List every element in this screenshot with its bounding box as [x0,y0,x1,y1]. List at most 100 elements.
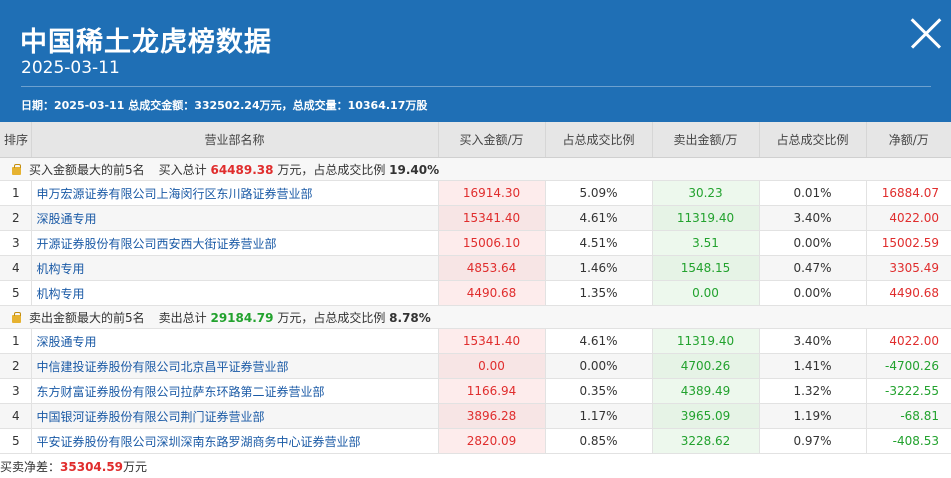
rank-cell: 1 [0,328,32,354]
table-row: 3 东方财富证券股份有限公司拉萨东环路第二证券营业部 1166.94 0.35% 438… [0,378,951,404]
branch-link[interactable]: 申万宏源证券有限公司上海闵行区东川路证券营业部 [31,180,439,206]
summary-line: 日期：2025-03-11 总成交金额：332502.24万元，总成交量：103… [21,86,931,117]
section-label: 卖出金额最大的前5名 [29,310,145,325]
sell-ratio-cell: 3.40% [759,205,867,231]
net-amount-cell: -408.53 [866,428,951,454]
branch-link[interactable]: 机构专用 [31,255,439,281]
net-difference-unit: 万元 [123,460,148,474]
sell-ratio-cell: 1.32% [759,378,867,404]
rank-cell: 5 [0,280,32,306]
rank-cell: 5 [0,428,32,454]
rank-cell: 3 [0,378,32,404]
sell-ratio-cell: 1.19% [759,403,867,429]
sell-ratio-cell: 0.01% [759,180,867,206]
sell-amount-cell: 3228.62 [652,428,760,454]
section-label: 买入金额最大的前5名 [29,162,145,177]
col-sell-amount: 卖出金额/万 [652,122,760,158]
section-total-value: 29184.79 [210,310,274,325]
buy-ratio-cell: 4.61% [545,205,653,231]
buy-ratio-cell: 4.51% [545,230,653,256]
sell-amount-cell: 4389.49 [652,378,760,404]
net-amount-cell: -68.81 [866,403,951,429]
sell-amount-cell: 3965.09 [652,403,760,429]
section-total-value: 64489.38 [210,162,274,177]
section-unit-text: 万元，占总成交比例 [277,162,386,177]
sell-amount-cell: 11319.40 [652,328,760,354]
net-difference-value: 35304.59 [60,460,124,474]
net-amount-cell: 3305.49 [866,255,951,281]
sell-amount-cell: 30.23 [652,180,760,206]
rank-cell: 2 [0,353,32,379]
table-row: 5 平安证券股份有限公司深圳深南东路罗湖商务中心证券营业部 2820.09 0.85%… [0,428,951,454]
table-header-row: 排序 营业部名称 买入金额/万 占总成交比例 卖出金额/万 占总成交比例 净额/… [0,122,951,158]
page-title: 中国稀土龙虎榜数据 [20,27,272,58]
col-net: 净额/万 [866,122,951,158]
section-summary-cell: 买入金额最大的前5名 买入总计 64489.38 万元，占总成交比例 19.40% [0,157,951,181]
net-amount-cell: 4490.68 [866,280,951,306]
branch-link[interactable]: 深股通专用 [31,328,439,354]
sell-amount-cell: 1548.15 [652,255,760,281]
section-total-label: 卖出总计 [158,310,207,325]
rankings-table: 排序 营业部名称 买入金额/万 占总成交比例 卖出金额/万 占总成交比例 净额/… [0,122,951,454]
net-amount-cell: 4022.00 [866,205,951,231]
buy-amount-cell: 4853.64 [438,255,546,281]
table-row: 4 中国银河证券股份有限公司荆门证券营业部 3896.28 1.17% 3965.09 1… [0,403,951,429]
buy-amount-cell: 3896.28 [438,403,546,429]
table-row: 2 深股通专用 15341.40 4.61% 11319.40 3.40% 4022.00 [0,205,951,231]
header: 中国稀土龙虎榜数据 2025-03-11 日期：2025-03-11 总成交金额… [0,0,951,122]
net-difference-label: 买卖净差： [0,460,61,474]
section-ratio: 19.40% [389,162,440,177]
col-sell-ratio: 占总成交比例 [759,122,867,158]
buy-ratio-cell: 0.35% [545,378,653,404]
buy-section-summary: 买入金额最大的前5名 买入总计 64489.38 万元，占总成交比例 19.40% [0,157,951,181]
buy-ratio-cell: 5.09% [545,180,653,206]
sell-ratio-cell: 0.47% [759,255,867,281]
table-row: 3 开源证券股份有限公司西安西大街证券营业部 15006.10 4.51% 3.51 0.… [0,230,951,256]
net-amount-cell: -3222.55 [866,378,951,404]
sell-section-summary: 卖出金额最大的前5名 卖出总计 29184.79 万元，占总成交比例 8.78% [0,305,951,329]
sell-ratio-cell: 1.41% [759,353,867,379]
buy-amount-cell: 4490.68 [438,280,546,306]
close-icon[interactable] [909,16,943,50]
section-total-label: 买入总计 [158,162,207,177]
branch-link[interactable]: 开源证券股份有限公司西安西大街证券营业部 [31,230,439,256]
sell-amount-cell: 0.00 [652,280,760,306]
section-summary-cell: 卖出金额最大的前5名 卖出总计 29184.79 万元，占总成交比例 8.78% [0,305,951,329]
sell-ratio-cell: 3.40% [759,328,867,354]
branch-link[interactable]: 平安证券股份有限公司深圳深南东路罗湖商务中心证券营业部 [31,428,439,454]
buy-ratio-cell: 1.35% [545,280,653,306]
sell-ratio-cell: 0.97% [759,428,867,454]
buy-amount-cell: 15341.40 [438,205,546,231]
sell-ratio-cell: 0.00% [759,230,867,256]
branch-link[interactable]: 深股通专用 [31,205,439,231]
rank-cell: 3 [0,230,32,256]
buy-amount-cell: 0.00 [438,353,546,379]
table-row: 5 机构专用 4490.68 1.35% 0.00 0.00% 4490.68 [0,280,951,306]
folder-icon [12,163,21,175]
net-amount-cell: -4700.26 [866,353,951,379]
table-row: 4 机构专用 4853.64 1.46% 1548.15 0.47% 3305.49 [0,255,951,281]
branch-link[interactable]: 中国银河证券股份有限公司荆门证券营业部 [31,403,439,429]
rank-cell: 4 [0,255,32,281]
buy-ratio-cell: 4.61% [545,328,653,354]
buy-amount-cell: 15341.40 [438,328,546,354]
branch-link[interactable]: 东方财富证券股份有限公司拉萨东环路第二证券营业部 [31,378,439,404]
table-row: 1 申万宏源证券有限公司上海闵行区东川路证券营业部 16914.30 5.09% 30.… [0,180,951,206]
branch-link[interactable]: 机构专用 [31,280,439,306]
net-amount-cell: 15002.59 [866,230,951,256]
buy-amount-cell: 2820.09 [438,428,546,454]
table-row: 1 深股通专用 15341.40 4.61% 11319.40 3.40% 4022.00 [0,328,951,354]
buy-ratio-cell: 0.00% [545,353,653,379]
buy-ratio-cell: 0.85% [545,428,653,454]
buy-amount-cell: 1166.94 [438,378,546,404]
net-amount-cell: 16884.07 [866,180,951,206]
sell-amount-cell: 4700.26 [652,353,760,379]
section-ratio: 8.78% [389,310,431,325]
branch-link[interactable]: 中信建投证券股份有限公司北京昌平证券营业部 [31,353,439,379]
sell-amount-cell: 11319.40 [652,205,760,231]
col-buy-amount: 买入金额/万 [438,122,546,158]
sell-amount-cell: 3.51 [652,230,760,256]
col-rank: 排序 [0,122,32,158]
col-branch-name: 营业部名称 [31,122,439,158]
net-difference: 买卖净差：35304.59万元 [0,458,951,475]
